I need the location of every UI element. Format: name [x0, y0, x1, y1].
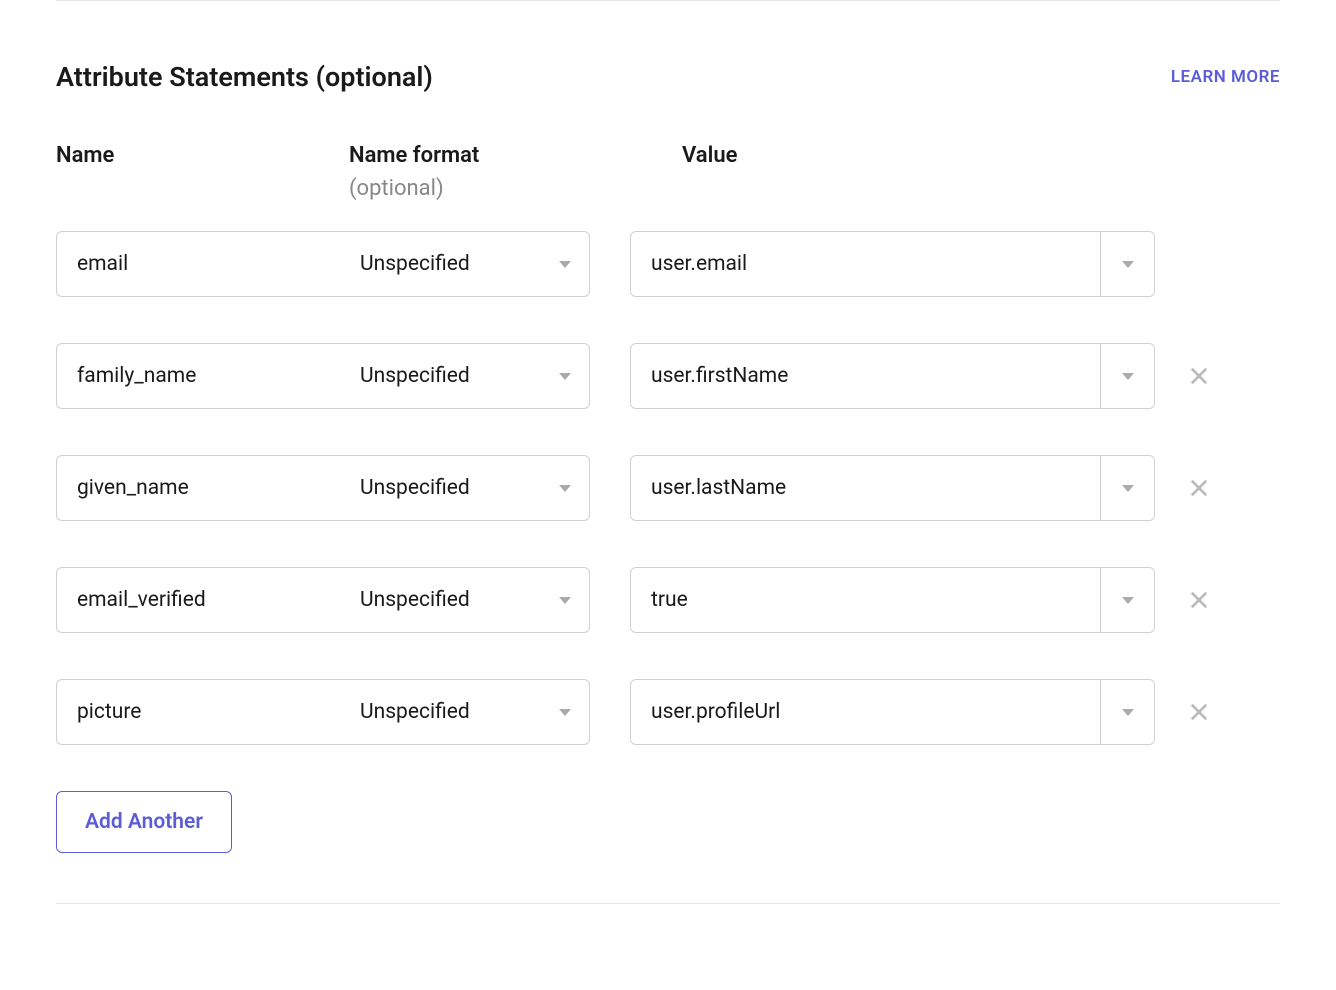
attribute-name-input[interactable]	[56, 455, 346, 521]
attribute-value-wrapper	[630, 455, 1155, 521]
add-another-button[interactable]: Add Another	[56, 791, 232, 853]
section-divider-top	[56, 0, 1280, 1]
value-dropdown-toggle[interactable]	[1100, 568, 1154, 632]
name-format-value: Unspecified	[360, 700, 470, 724]
name-format-select[interactable]: Unspecified	[340, 679, 590, 745]
chevron-down-icon	[559, 373, 571, 380]
remove-row-button[interactable]	[1179, 580, 1219, 620]
attribute-name-input[interactable]	[56, 567, 346, 633]
section-divider-bottom	[56, 903, 1280, 904]
section-header: Attribute Statements (optional) LEARN MO…	[56, 61, 1280, 93]
chevron-down-icon	[1122, 261, 1134, 268]
value-dropdown-toggle[interactable]	[1100, 344, 1154, 408]
header-name: Name	[56, 143, 349, 168]
learn-more-link[interactable]: LEARN MORE	[1171, 67, 1280, 87]
chevron-down-icon	[559, 597, 571, 604]
close-icon	[1188, 589, 1210, 611]
close-icon	[1188, 701, 1210, 723]
attribute-value-input[interactable]	[631, 568, 1100, 632]
attribute-value-wrapper	[630, 343, 1155, 409]
attribute-value-wrapper	[630, 567, 1155, 633]
section-title: Attribute Statements (optional)	[56, 61, 433, 93]
chevron-down-icon	[1122, 373, 1134, 380]
attribute-value-wrapper	[630, 231, 1155, 297]
close-icon	[1188, 365, 1210, 387]
header-format-sublabel: (optional)	[349, 176, 642, 201]
value-dropdown-toggle[interactable]	[1100, 456, 1154, 520]
header-value: Value	[682, 143, 1207, 168]
chevron-down-icon	[559, 261, 571, 268]
name-format-value: Unspecified	[360, 588, 470, 612]
chevron-down-icon	[1122, 709, 1134, 716]
attribute-row: Unspecified	[56, 567, 1280, 633]
close-icon	[1188, 477, 1210, 499]
name-format-select[interactable]: Unspecified	[340, 231, 590, 297]
chevron-down-icon	[1122, 485, 1134, 492]
chevron-down-icon	[559, 709, 571, 716]
table-header: Name Name format (optional) Value	[56, 143, 1280, 201]
name-format-select[interactable]: Unspecified	[340, 343, 590, 409]
attribute-value-input[interactable]	[631, 344, 1100, 408]
attribute-row: Unspecified	[56, 679, 1280, 745]
attribute-name-input[interactable]	[56, 679, 346, 745]
name-format-select[interactable]: Unspecified	[340, 455, 590, 521]
attribute-row: Unspecified	[56, 343, 1280, 409]
attribute-row: Unspecified	[56, 455, 1280, 521]
value-dropdown-toggle[interactable]	[1100, 680, 1154, 744]
name-format-value: Unspecified	[360, 252, 470, 276]
remove-row-button[interactable]	[1179, 692, 1219, 732]
attribute-value-input[interactable]	[631, 456, 1100, 520]
attribute-value-wrapper	[630, 679, 1155, 745]
attribute-value-input[interactable]	[631, 680, 1100, 744]
header-format: Name format	[349, 143, 642, 168]
name-format-value: Unspecified	[360, 476, 470, 500]
chevron-down-icon	[559, 485, 571, 492]
attribute-name-input[interactable]	[56, 231, 346, 297]
name-format-select[interactable]: Unspecified	[340, 567, 590, 633]
value-dropdown-toggle[interactable]	[1100, 232, 1154, 296]
attribute-row: Unspecified	[56, 231, 1280, 297]
remove-row-button[interactable]	[1179, 468, 1219, 508]
chevron-down-icon	[1122, 597, 1134, 604]
remove-row-button[interactable]	[1179, 356, 1219, 396]
attribute-value-input[interactable]	[631, 232, 1100, 296]
name-format-value: Unspecified	[360, 364, 470, 388]
attribute-name-input[interactable]	[56, 343, 346, 409]
